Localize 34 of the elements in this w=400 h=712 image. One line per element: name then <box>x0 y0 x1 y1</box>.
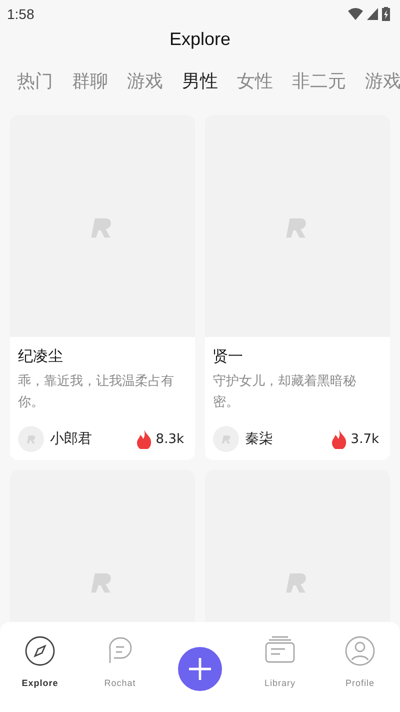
signal-icon <box>367 8 378 20</box>
character-description: 乖，靠近我，让我温柔占有你。 <box>18 373 175 412</box>
page-title: Explore <box>168 28 232 51</box>
nav-tab[interactable]: Profile <box>320 636 400 688</box>
category-tab[interactable]: 男性 <box>182 69 218 99</box>
heat-count: 8.3k <box>156 432 184 446</box>
category-tab[interactable]: 游戏 <box>365 69 400 99</box>
battery-icon <box>382 7 390 21</box>
nav-tab[interactable]: Explore <box>0 636 80 688</box>
character-description: 守护女儿，却藏着黑暗秘密。 <box>213 373 357 412</box>
character-name: 纪凌尘 <box>18 347 64 366</box>
category-tab[interactable]: 群聊 <box>72 69 108 99</box>
compass-icon <box>25 636 55 666</box>
nav-tab[interactable]: Library <box>240 636 320 688</box>
status-time: 1:58 <box>7 6 34 22</box>
flame-icon <box>330 429 347 449</box>
category-tab[interactable]: 游戏 <box>127 69 163 99</box>
author-name: 秦柒 <box>245 430 274 448</box>
wifi-icon <box>348 8 363 20</box>
create-button[interactable] <box>178 647 222 691</box>
category-tab[interactable]: 非二元 <box>292 69 346 99</box>
category-tab[interactable]: 热门 <box>17 69 53 99</box>
avatar-icon <box>213 426 239 452</box>
author-name: 小郎君 <box>50 430 93 448</box>
nav-tab[interactable]: Rochat <box>80 636 160 688</box>
flame-icon <box>136 429 152 449</box>
heat-count: 3.7k <box>350 432 379 446</box>
profile-icon <box>345 636 375 666</box>
character-card[interactable]: 贤一 守护女儿，却藏着黑暗秘密。 秦柒 3.7k <box>205 115 390 460</box>
category-tab[interactable]: 女性 <box>237 69 273 99</box>
character-name: 贤一 <box>213 347 244 366</box>
character-card[interactable]: 纪凌尘 乖，靠近我，让我温柔占有你。 小郎君 8.3k <box>10 115 195 460</box>
plus-icon <box>189 658 211 680</box>
avatar-icon <box>18 426 44 452</box>
